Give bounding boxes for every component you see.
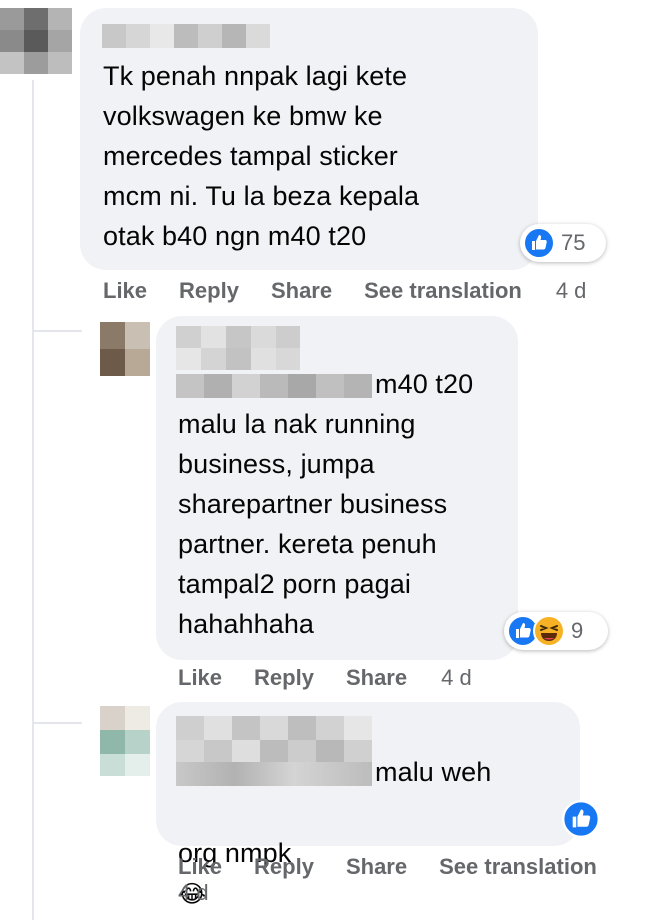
like-button[interactable]: Like (178, 854, 222, 880)
author-name[interactable] (176, 326, 300, 370)
timestamp[interactable]: 4 d (441, 665, 472, 691)
reaction-summary[interactable]: 9 (504, 612, 608, 650)
mentioned-user[interactable] (176, 374, 372, 398)
share-button[interactable]: Share (271, 278, 332, 304)
comment-text: Tk penah nnpak lagi kete volkswagen ke b… (103, 61, 420, 251)
reply-button[interactable]: Reply (179, 278, 239, 304)
timestamp[interactable]: 4 d (556, 278, 587, 304)
thread-line-branch-2 (32, 722, 82, 724)
haha-reaction-icon (533, 615, 565, 647)
reaction-summary[interactable]: 75 (520, 224, 606, 262)
like-reaction-icon (523, 227, 555, 259)
share-button[interactable]: Share (346, 665, 407, 691)
author-name[interactable] (176, 716, 372, 786)
reply-button[interactable]: Reply (254, 665, 314, 691)
author-name[interactable] (102, 24, 270, 48)
like-button[interactable]: Like (178, 665, 222, 691)
thread-line-branch-1 (32, 330, 82, 332)
mention-suffix: malu weh (375, 757, 492, 787)
mention-suffix: m40 t20 (375, 369, 474, 399)
share-button[interactable]: Share (346, 854, 407, 880)
avatar[interactable] (100, 706, 150, 776)
thread-line-main (32, 80, 34, 920)
reply-button[interactable]: Reply (254, 854, 314, 880)
reaction-count: 9 (571, 618, 584, 643)
comment-actions: Like Reply Share See translation 4 d (178, 854, 648, 906)
like-reaction-icon[interactable] (562, 800, 600, 838)
reaction-count: 75 (561, 230, 586, 255)
avatar[interactable] (0, 8, 72, 74)
comment-actions: Like Reply Share See translation 4 d (103, 278, 586, 304)
comment-text: malu la nak running business, jumpa shar… (178, 409, 448, 639)
like-button[interactable]: Like (103, 278, 147, 304)
see-translation-button[interactable]: See translation (439, 854, 597, 880)
avatar[interactable] (100, 322, 150, 376)
comment-actions: Like Reply Share 4 d (178, 665, 472, 691)
timestamp[interactable]: 4 d (178, 880, 648, 906)
see-translation-button[interactable]: See translation (364, 278, 522, 304)
